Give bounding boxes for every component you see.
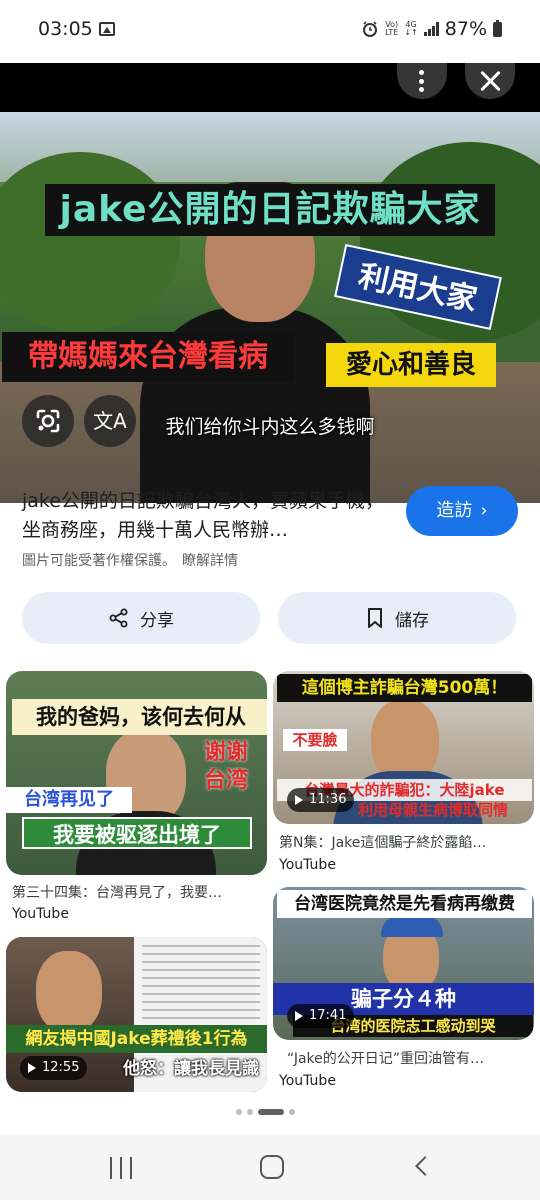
visit-button[interactable]: 造訪 ›: [406, 486, 518, 536]
copyright-notice: 圖片可能受著作權保護。 瞭解詳情: [22, 553, 238, 569]
translate-button[interactable]: 文A: [84, 395, 136, 447]
main-image[interactable]: jake公開的日記欺騙大家 利用大家 帶媽媽來台灣看病 愛心和善良 我们给你斗内…: [0, 112, 540, 503]
image-caption-tag: 愛心和善良: [326, 343, 496, 387]
play-icon: [28, 1063, 36, 1073]
data-indicator: 4G ↓↑: [404, 20, 418, 37]
thumbnail-text: 台湾再见了: [6, 787, 132, 813]
more-options-button[interactable]: [397, 63, 447, 99]
more-vert-icon: [419, 70, 424, 92]
gallery-notification-icon: [99, 22, 115, 36]
home-icon[interactable]: [260, 1155, 284, 1179]
image-viewer: jake公開的日記欺騙大家 利用大家 帶媽媽來台灣看病 愛心和善良 我们给你斗内…: [0, 63, 540, 503]
close-button[interactable]: [465, 63, 515, 99]
chevron-right-icon: ›: [480, 500, 488, 521]
related-source: YouTube: [12, 906, 69, 922]
status-time: 03:05: [38, 18, 93, 40]
share-button[interactable]: 分享: [22, 592, 260, 644]
close-icon: [479, 70, 501, 92]
video-duration-badge: 12:55: [20, 1056, 88, 1080]
play-icon: [295, 1011, 303, 1021]
related-video-card[interactable]: 這個博主詐騙台灣500萬！ 不要臉 台灣最大的詐騙犯：大陸jake 利用母親生病…: [273, 671, 534, 824]
page-indicator: [236, 1109, 295, 1115]
related-video-card[interactable]: 網友揭中國Jake葬禮後1行為 他怒：讓我長見識 12:55: [6, 937, 267, 1092]
system-navigation-bar: [0, 1135, 540, 1200]
alarm-icon: [363, 21, 378, 37]
signal-icon: [423, 22, 439, 36]
save-button[interactable]: 儲存: [278, 592, 516, 644]
image-title[interactable]: jake公開的日記欺騙台灣人，買蘋果手機，坐商務座，用幾十萬人民幣辦…: [22, 487, 392, 545]
related-caption[interactable]: 第三十四集：台灣再見了，我要…: [12, 882, 262, 902]
image-subtitle: 我们给你斗内这么多钱啊: [165, 416, 375, 438]
lens-icon: [36, 409, 60, 433]
thumbnail-text: 谢谢: [203, 740, 248, 765]
play-icon: [295, 795, 303, 805]
translate-icon: 文A: [93, 409, 127, 433]
battery-icon: [493, 19, 502, 37]
related-caption[interactable]: 第N集：Jake這個騙子終於露餡…: [279, 832, 529, 852]
battery-percent: 87%: [444, 18, 487, 40]
related-video-card[interactable]: 台湾医院竟然是先看病再缴费 骗子分４种 台湾的医院志工感动到哭 17:41: [273, 887, 534, 1040]
status-bar: 03:05 Vo) LTE 4G ↓↑ 87%: [0, 0, 540, 44]
share-label: 分享: [140, 610, 174, 631]
image-caption-tag: 帶媽媽來台灣看病: [2, 332, 294, 382]
thumbnail-text: 台湾医院竟然是先看病再缴费: [277, 890, 532, 918]
learn-more-link[interactable]: 瞭解詳情: [182, 553, 238, 569]
image-viewer-page: 03:05 Vo) LTE 4G ↓↑ 87% jake公開的日記欺騙大家 利用…: [0, 0, 540, 1200]
image-caption-title: jake公開的日記欺騙大家: [45, 184, 495, 236]
thumbnail-text: 網友揭中國Jake葬禮後1行為: [6, 1025, 267, 1053]
related-image-card[interactable]: 我的爸妈，该何去何从 谢谢 台湾 台湾再见了 我要被驱逐出境了: [6, 671, 267, 875]
related-caption[interactable]: “Jake的公开日记”重回油管有…: [287, 1048, 527, 1068]
related-source: YouTube: [279, 857, 336, 873]
visit-label: 造訪: [436, 500, 473, 521]
thumbnail-text: 我的爸妈，该何去何从: [12, 699, 267, 735]
save-label: 儲存: [395, 610, 429, 631]
recents-icon[interactable]: [110, 1157, 132, 1179]
video-duration-badge: 17:41: [287, 1004, 355, 1028]
thumbnail-text: 他怒：讓我長見識: [123, 1059, 259, 1079]
volte-indicator: Vo) LTE: [385, 20, 399, 37]
thumbnail-text: 這個博主詐騙台灣500萬！: [277, 674, 532, 702]
related-source: YouTube: [279, 1073, 336, 1089]
lens-search-button[interactable]: [22, 395, 74, 447]
share-icon: [109, 608, 128, 628]
bookmark-icon: [368, 608, 382, 628]
thumbnail-text: 我要被驱逐出境了: [22, 817, 252, 849]
back-icon[interactable]: [415, 1156, 435, 1176]
status-indicators: Vo) LTE 4G ↓↑ 87%: [361, 18, 502, 40]
video-duration-badge: 11:36: [287, 788, 355, 812]
thumbnail-text: 不要臉: [283, 729, 347, 751]
thumbnail-text: 台湾: [203, 768, 248, 793]
thumbnail-text: 利用母親生病博取同情: [357, 801, 508, 819]
